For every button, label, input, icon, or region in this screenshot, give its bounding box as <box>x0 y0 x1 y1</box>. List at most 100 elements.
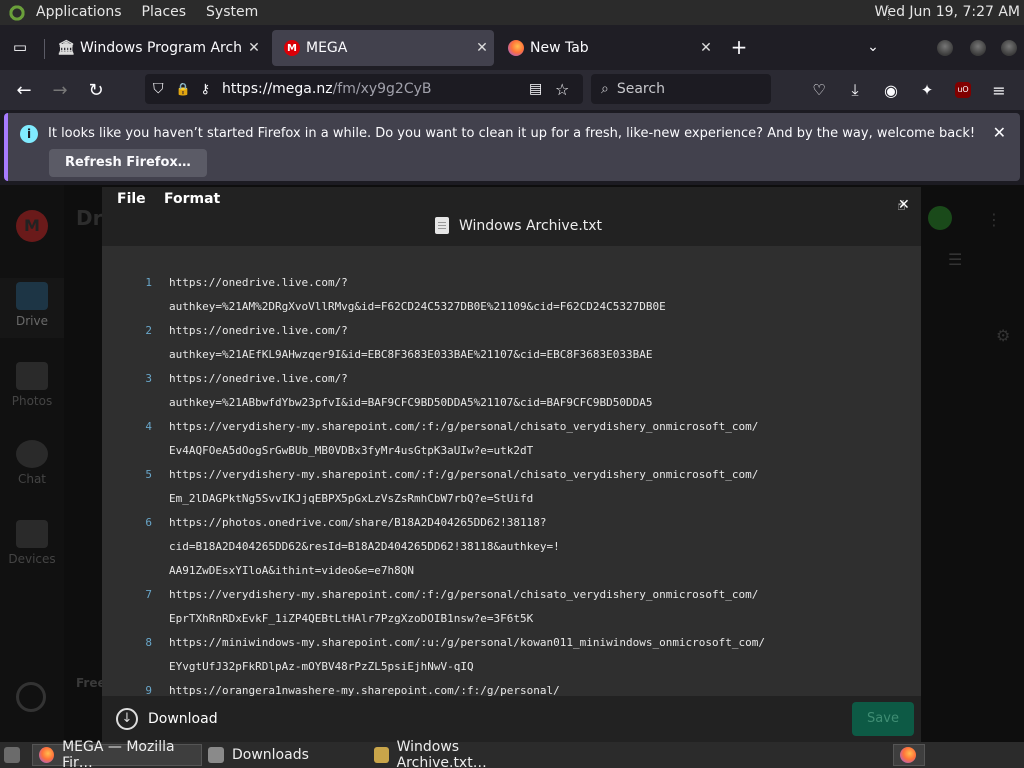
reload-icon[interactable]: ↻ <box>84 78 108 102</box>
url-path: /fm/xy9g2CyB <box>332 81 432 97</box>
clock[interactable]: Wed Jun 19, 7:27 AM <box>874 0 1020 25</box>
line-text: authkey=%21ABbwfdYbw23pfvI&id=BAF9CFC9BD… <box>169 396 653 409</box>
taskbar-item-label: MEGA — Mozilla Fir… <box>62 739 175 768</box>
line-number: 6 <box>145 516 152 529</box>
editor-text-area[interactable]: 1 https://onedrive.live.com/? authkey=%21A… <box>102 246 921 696</box>
line-text: https://onedrive.live.com/? <box>169 324 348 337</box>
new-tab-plus-icon[interactable]: + <box>727 35 751 59</box>
close-window-button[interactable] <box>1001 40 1017 56</box>
minimize-window-button[interactable] <box>937 40 953 56</box>
devices-icon <box>16 520 48 548</box>
line-number: 5 <box>145 468 152 481</box>
list-all-tabs-icon[interactable]: ▭ <box>8 35 32 59</box>
gnome-foot-icon[interactable] <box>8 3 26 22</box>
chevron-down-icon[interactable]: ⌄ <box>861 35 885 59</box>
sidebar-item-chat[interactable]: Chat <box>0 440 64 486</box>
show-desktop-button[interactable] <box>0 744 28 766</box>
maximize-window-button[interactable] <box>970 40 986 56</box>
line-number: 3 <box>145 372 152 385</box>
back-arrow-icon[interactable]: ← <box>12 78 36 102</box>
download-button[interactable]: ↓ Download <box>116 708 218 730</box>
line-text: EYvgtUfJ32pFkRDlpAz-mOYBV48rPzZL5psiEjhN… <box>169 660 474 673</box>
line-text: https://verydishery-my.sharepoint.com/:f… <box>169 468 759 481</box>
url-bar[interactable]: ⛉ 🔒 ⚷ https://mega.nz/fm/xy9g2CyB ▤ ☆ <box>145 74 583 104</box>
shield-icon[interactable]: ⛉ <box>153 81 164 97</box>
tab-title: Windows Program Archive <box>80 40 242 56</box>
line-number: 9 <box>145 684 152 696</box>
tab-new-tab[interactable]: New Tab ✕ <box>496 30 718 66</box>
desktop: Applications Places System Wed Jun 19, 7… <box>0 0 1024 768</box>
firefox-icon <box>39 747 55 763</box>
hand-cursor-icon: ☝ <box>897 198 906 214</box>
line-text: https://onedrive.live.com/? <box>169 276 348 289</box>
gear-icon[interactable]: ⚙ <box>996 326 1010 345</box>
reader-view-icon[interactable]: ▤ <box>529 81 542 97</box>
firefox-icon <box>900 747 916 763</box>
editor-footer: ↓ Download Save <box>102 696 921 742</box>
refresh-firefox-button[interactable]: Refresh Firefox… <box>49 149 207 177</box>
sidebar-item-label: Photos <box>11 394 53 408</box>
extensions-icon[interactable]: ✦ <box>915 78 939 102</box>
line-number: 1 <box>145 276 152 289</box>
list-view-icon[interactable]: ☰ <box>948 250 962 269</box>
info-icon: i <box>20 125 38 143</box>
tab-separator <box>44 39 45 59</box>
document-title: Windows Archive.txt <box>435 217 602 234</box>
tab-windows-program-archive[interactable]: 🏛 Windows Program Archive ✕ <box>46 30 266 66</box>
account-icon[interactable]: ◉ <box>879 78 903 102</box>
text-editor-icon <box>374 747 389 763</box>
taskbar-item-label: Windows Archive.txt… <box>396 739 487 768</box>
refresh-firefox-notification: i It looks like you haven’t started Fire… <box>4 113 1020 181</box>
transfer-manager-icon[interactable] <box>16 682 46 712</box>
hamburger-menu-icon[interactable]: ≡ <box>987 78 1011 102</box>
chat-icon <box>16 440 48 468</box>
file-menu[interactable]: File <box>117 191 146 207</box>
avatar[interactable] <box>928 206 952 230</box>
bottom-taskbar: MEGA — Mozilla Fir… Downloads Windows Ar… <box>0 739 1024 768</box>
line-number: 2 <box>145 324 152 337</box>
taskbar-item-label: Downloads <box>232 747 309 763</box>
workspace-switcher[interactable] <box>893 744 925 766</box>
forward-arrow-icon[interactable]: → <box>48 78 72 102</box>
line-text: https://verydishery-my.sharepoint.com/:f… <box>169 420 759 433</box>
lock-icon[interactable]: 🔒 <box>176 82 191 96</box>
line-text: https://miniwindows-my.sharepoint.com/:u… <box>169 636 766 649</box>
close-icon[interactable]: ✕ <box>694 40 718 56</box>
line-text: authkey=%21AM%2DRgXvoVllRMvg&id=F62CD24C… <box>169 300 666 313</box>
key-icon[interactable]: ⚷ <box>200 82 210 97</box>
sidebar-item-photos[interactable]: Photos <box>0 362 64 408</box>
more-options-icon[interactable]: ⋮ <box>986 210 1002 229</box>
places-menu[interactable]: Places <box>132 0 197 25</box>
tab-title: MEGA <box>306 40 348 56</box>
line-text: Em_2lDAGPktNg5SvvIKJjqEBPX5pGxLzVsZsRmhC… <box>169 492 534 505</box>
applications-menu[interactable]: Applications <box>26 0 132 25</box>
taskbar-item-firefox[interactable]: MEGA — Mozilla Fir… <box>32 739 202 768</box>
ublock-origin-icon[interactable]: uO <box>951 78 975 102</box>
line-text: https://onedrive.live.com/? <box>169 372 348 385</box>
line-text: https://photos.onedrive.com/share/B18A2D… <box>169 516 547 529</box>
sidebar-item-devices[interactable]: Devices <box>0 520 64 566</box>
editor-header: File Format Windows Archive.txt ✕ <box>102 187 921 246</box>
save-button[interactable]: Save <box>852 702 914 736</box>
download-icon[interactable]: ⤓ <box>843 78 867 102</box>
search-input[interactable]: ⌕ Search <box>591 74 771 104</box>
taskbar-item-text-editor[interactable]: Windows Archive.txt… <box>368 739 540 768</box>
top-panel: Applications Places System Wed Jun 19, 7… <box>0 0 1024 25</box>
bookmark-star-icon[interactable]: ☆ <box>555 80 569 99</box>
tab-mega[interactable]: M MEGA ✕ <box>272 30 494 66</box>
close-icon[interactable]: ✕ <box>242 40 266 56</box>
sidebar-item-label: Devices <box>8 552 56 566</box>
sidebar-item-label: Drive <box>16 314 48 328</box>
format-menu[interactable]: Format <box>164 191 220 207</box>
sidebar-item-drive[interactable]: Drive <box>0 278 64 338</box>
photos-icon <box>16 362 48 390</box>
system-menu[interactable]: System <box>196 0 268 25</box>
folder-icon <box>16 282 48 310</box>
mega-icon: M <box>284 40 300 56</box>
close-icon[interactable]: ✕ <box>470 40 494 56</box>
close-icon[interactable]: ✕ <box>993 123 1006 142</box>
mega-logo-icon[interactable]: M <box>16 210 48 242</box>
pocket-icon[interactable]: ♡ <box>807 78 831 102</box>
line-text: Ev4AQFOeA5dOogSrGwBUb_MB0VDBx3fyMr4usGtp… <box>169 444 534 457</box>
taskbar-item-downloads[interactable]: Downloads <box>202 744 364 766</box>
